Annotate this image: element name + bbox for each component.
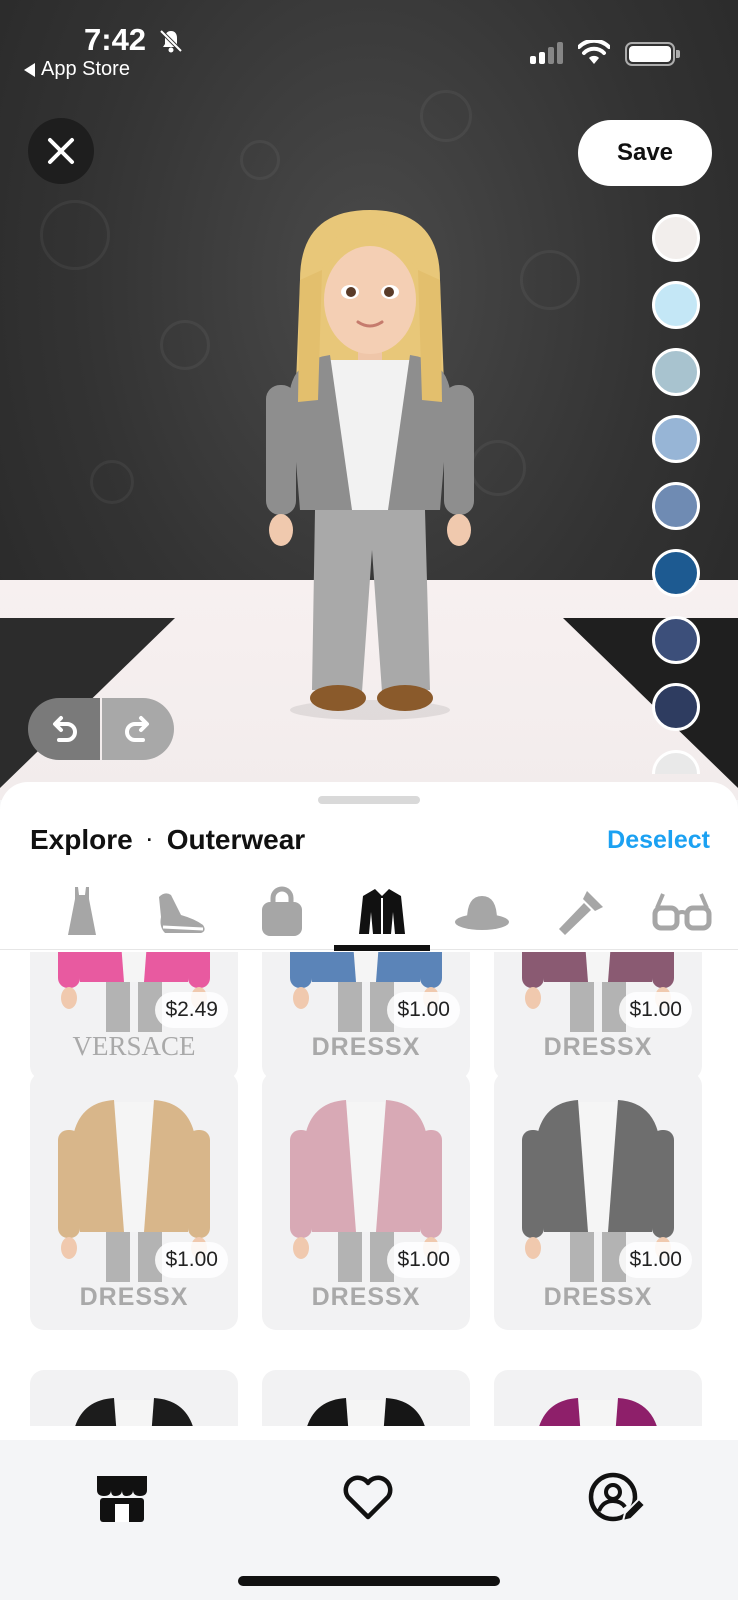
product-image bbox=[30, 1370, 238, 1426]
makeup-brush-icon bbox=[559, 891, 603, 935]
product-image bbox=[494, 1370, 702, 1426]
color-swatch[interactable] bbox=[652, 214, 700, 262]
save-button[interactable]: Save bbox=[578, 120, 712, 186]
close-button[interactable] bbox=[28, 118, 94, 184]
jacket-icon bbox=[359, 889, 405, 934]
glasses-icon bbox=[652, 893, 712, 931]
product-brand: DRESSX bbox=[311, 1033, 421, 1061]
back-app-label: App Store bbox=[41, 58, 130, 80]
status-time: 7:42 bbox=[84, 22, 147, 57]
product-image bbox=[262, 1370, 470, 1426]
product-brand: DRESSX bbox=[543, 1033, 653, 1061]
product-brand: VERSACE bbox=[72, 1031, 196, 1061]
nav-edit-avatar[interactable] bbox=[582, 1468, 650, 1528]
avatar-figure bbox=[266, 210, 474, 720]
tab-outerwear[interactable] bbox=[334, 874, 430, 951]
bell-slash-icon bbox=[159, 29, 183, 53]
product-card[interactable]: $2.49 VERSACE bbox=[30, 952, 238, 1080]
deselect-button[interactable]: Deselect bbox=[607, 826, 710, 855]
breadcrumb-separator: · bbox=[146, 829, 153, 850]
undo-icon bbox=[53, 716, 77, 742]
product-card[interactable]: $1.00 DRESSX bbox=[494, 952, 702, 1080]
nav-favorites[interactable] bbox=[334, 1468, 402, 1528]
color-swatch[interactable] bbox=[652, 549, 700, 597]
back-to-app-store[interactable]: App Store bbox=[24, 58, 130, 81]
undo-button[interactable] bbox=[28, 698, 100, 760]
product-price: $1.00 bbox=[387, 992, 460, 1028]
back-arrow-icon bbox=[24, 62, 35, 77]
product-grid: $2.49 VERSACE $1.00 DRESSX $1.00 DRESSX $1.00 D… bbox=[0, 952, 738, 1426]
wifi-icon bbox=[578, 40, 610, 64]
category-tabs bbox=[0, 874, 738, 951]
product-card[interactable] bbox=[30, 1370, 238, 1426]
tab-dresses[interactable] bbox=[40, 874, 124, 950]
heart-icon bbox=[343, 1475, 393, 1520]
avatar-stage: 7:42 App Store Save bbox=[0, 0, 738, 800]
redo-button[interactable] bbox=[102, 698, 174, 760]
product-card[interactable] bbox=[494, 1370, 702, 1426]
edit-avatar-icon bbox=[588, 1472, 645, 1523]
bag-icon bbox=[262, 886, 302, 936]
hat-icon bbox=[455, 896, 509, 930]
cellular-signal-icon bbox=[530, 42, 563, 64]
sneaker-icon bbox=[159, 893, 205, 933]
product-card[interactable]: $1.00 DRESSX bbox=[30, 1072, 238, 1330]
product-price: $1.00 bbox=[619, 992, 692, 1028]
tab-shoes[interactable] bbox=[140, 874, 224, 950]
tab-hats[interactable] bbox=[440, 874, 524, 950]
color-swatch-list[interactable] bbox=[652, 214, 702, 774]
product-price: $1.00 bbox=[387, 1242, 460, 1278]
product-price: $1.00 bbox=[155, 1242, 228, 1278]
color-swatch[interactable] bbox=[652, 348, 700, 396]
product-card[interactable]: $1.00 DRESSX bbox=[262, 1072, 470, 1330]
breadcrumb-current: Outerwear bbox=[166, 824, 306, 855]
color-swatch[interactable] bbox=[652, 281, 700, 329]
color-swatch[interactable] bbox=[652, 616, 700, 664]
sheet-grabber[interactable] bbox=[318, 796, 420, 804]
product-price: $1.00 bbox=[619, 1242, 692, 1278]
product-card[interactable] bbox=[262, 1370, 470, 1426]
color-swatch[interactable] bbox=[652, 482, 700, 530]
shop-icon bbox=[97, 1476, 147, 1522]
bottom-nav bbox=[0, 1440, 738, 1600]
battery-icon bbox=[625, 42, 680, 66]
nav-shop[interactable] bbox=[88, 1468, 156, 1528]
product-brand: DRESSX bbox=[543, 1283, 653, 1311]
tab-bags[interactable] bbox=[240, 874, 324, 950]
product-card[interactable]: $1.00 DRESSX bbox=[262, 952, 470, 1080]
home-indicator bbox=[238, 1576, 500, 1586]
product-card[interactable]: $1.00 DRESSX bbox=[494, 1072, 702, 1330]
dress-icon bbox=[68, 887, 96, 935]
product-brand: DRESSX bbox=[311, 1283, 421, 1311]
redo-icon bbox=[125, 716, 149, 742]
close-icon bbox=[48, 138, 74, 164]
tab-glasses[interactable] bbox=[640, 874, 724, 950]
color-swatch[interactable] bbox=[652, 683, 700, 731]
tab-makeup[interactable] bbox=[540, 874, 624, 950]
product-price: $2.49 bbox=[155, 992, 228, 1028]
color-swatch[interactable] bbox=[652, 415, 700, 463]
breadcrumb-root[interactable]: Explore bbox=[30, 824, 133, 856]
product-brand: DRESSX bbox=[79, 1283, 189, 1311]
breadcrumb: Explore · Outerwear bbox=[30, 824, 305, 856]
color-swatch-partial[interactable] bbox=[652, 750, 700, 774]
undo-redo-group bbox=[28, 698, 174, 760]
